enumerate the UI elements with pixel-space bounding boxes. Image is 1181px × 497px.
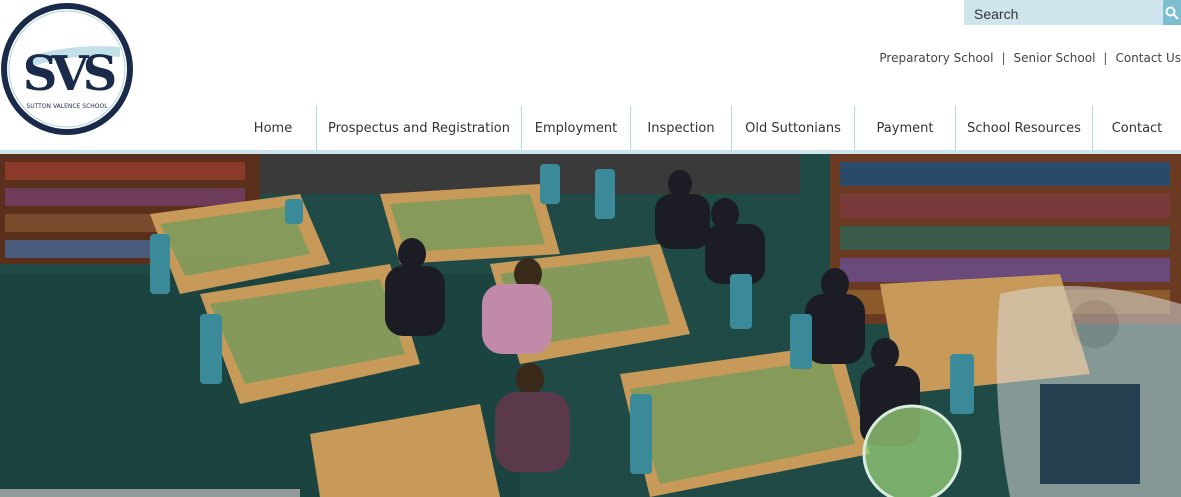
main-nav: Home Prospectus and Registration Employm…: [230, 106, 1181, 151]
search-icon: [1165, 6, 1179, 20]
link-senior-school[interactable]: Senior School: [1014, 51, 1096, 65]
logo-ring-text: SUTTON VALENCE SCHOOL: [26, 103, 108, 110]
top-links: Preparatory School | Senior School | Contact…: [879, 51, 1181, 65]
nav-home[interactable]: Home: [230, 106, 316, 151]
search-button[interactable]: [1163, 0, 1181, 25]
school-logo[interactable]: SVS SUTTON VALENCE SCHOOL: [0, 0, 136, 138]
search-input[interactable]: [964, 0, 1163, 25]
link-contact-us[interactable]: Contact Us: [1115, 51, 1181, 65]
link-separator: |: [1001, 51, 1006, 65]
search-box: [964, 0, 1181, 25]
nav-old-suttonians[interactable]: Old Suttonians: [731, 106, 854, 151]
nav-prospectus-registration[interactable]: Prospectus and Registration: [316, 106, 521, 151]
link-preparatory-school[interactable]: Preparatory School: [879, 51, 993, 65]
nav-employment[interactable]: Employment: [521, 106, 630, 151]
nav-inspection[interactable]: Inspection: [630, 106, 731, 151]
logo-monogram: SVS: [23, 46, 115, 102]
link-separator: |: [1103, 51, 1108, 65]
hero-library-image: [0, 154, 1181, 497]
nav-payment[interactable]: Payment: [854, 106, 955, 151]
nav-contact[interactable]: Contact: [1092, 106, 1181, 151]
nav-school-resources[interactable]: School Resources: [955, 106, 1092, 151]
